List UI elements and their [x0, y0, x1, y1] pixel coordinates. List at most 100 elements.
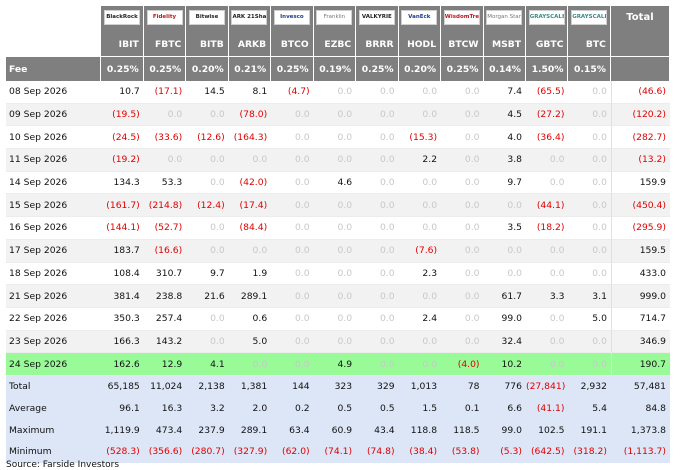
vaneck-logo-icon: VanEck — [401, 10, 438, 25]
day-row: 09 Sep 2026 (19.5) 0.0 0.0 (78.0) 0.0 0.0 0.0 0.… — [6, 103, 670, 127]
flow-cell: 0.0 — [441, 126, 484, 150]
ticker-header: GBTC — [525, 32, 569, 56]
flow-cell: 0.0 — [356, 194, 399, 218]
flow-cell: (33.6) — [143, 126, 187, 150]
flow-cell: 0.0 — [441, 194, 484, 218]
ticker-header: IBIT — [101, 32, 144, 56]
fee-cell: 0.15% — [568, 56, 611, 81]
flow-cell: 0.0 — [186, 239, 229, 263]
summary-cell: 1,119.9 — [101, 419, 144, 441]
flow-cell: (164.3) — [228, 126, 272, 150]
summary-label: Maximum — [6, 419, 102, 441]
summary-cell: 191.1 — [568, 419, 611, 441]
summary-total-cell: (1,113.7) — [610, 441, 670, 463]
flow-cell: 310.7 — [143, 263, 187, 286]
flow-cell: 0.6 — [228, 308, 272, 331]
flow-cell: 0.0 — [313, 126, 357, 150]
fee-cell: 0.20% — [186, 56, 229, 81]
date-cell: 23 Sep 2026 — [6, 330, 102, 354]
flow-cell: 0.0 — [525, 330, 569, 354]
date-cell: 14 Sep 2026 — [6, 172, 102, 195]
flow-cell: (12.4) — [186, 194, 229, 218]
flow-cell: 2.3 — [398, 263, 442, 286]
source-note: Source: Farside Investors — [6, 460, 120, 470]
flow-cell: 0.0 — [186, 308, 229, 331]
corner-cell — [6, 32, 102, 56]
summary-cell: 2,138 — [186, 375, 229, 398]
summary-cell: 118.8 — [398, 419, 442, 441]
summary-cell: 60.9 — [313, 419, 357, 441]
date-cell: 16 Sep 2026 — [6, 217, 102, 240]
flow-cell: 0.0 — [271, 330, 314, 354]
flow-cell: 61.7 — [483, 285, 526, 308]
ticker-header: BTCW — [441, 32, 484, 56]
flow-cell: 0.0 — [398, 172, 442, 195]
flow-cell: 0.0 — [313, 263, 357, 286]
summary-cell: 1,381 — [228, 375, 272, 398]
flow-cell: 0.0 — [441, 285, 484, 308]
flow-cell: 0.0 — [186, 330, 229, 354]
ticker-row: IBIT FBTC BITB ARKB BTCO EZBC BRRR HODL BTCW MSBT… — [6, 32, 670, 56]
flow-cell: 0.0 — [186, 172, 229, 195]
fee-row: Fee 0.25% 0.25% 0.20% 0.21% 0.25% 0.19% 0.25% 0… — [6, 56, 670, 81]
flow-cell: 0.0 — [441, 149, 484, 172]
flow-cell: 0.0 — [398, 285, 442, 308]
highlighted-day-row: 24 Sep 2026 162.6 12.9 4.1 0.0 0.0 4.9 0.0 0.0 (4… — [6, 353, 670, 376]
flow-cell: 0.0 — [441, 239, 484, 263]
date-cell: 09 Sep 2026 — [6, 103, 102, 127]
summary-cell: 96.1 — [101, 397, 144, 420]
flow-cell: 0.0 — [186, 103, 229, 127]
summary-cell: 0.5 — [313, 397, 357, 420]
flow-cell: 134.3 — [101, 172, 144, 195]
flow-cell: 5.0 — [568, 308, 611, 331]
flow-cell: 0.0 — [568, 172, 611, 195]
issuer-logo-cell: BlackRock — [101, 6, 144, 32]
flow-cell: 0.0 — [398, 81, 442, 104]
flow-cell: 8.1 — [228, 81, 272, 104]
flow-cell: 3.3 — [525, 285, 569, 308]
day-row: 11 Sep 2026 (19.2) 0.0 0.0 0.0 0.0 0.0 0.0 2.2 0.… — [6, 149, 670, 172]
ticker-header: HODL — [398, 32, 442, 56]
row-total-cell: (46.6) — [610, 81, 670, 104]
flow-cell: 0.0 — [271, 285, 314, 308]
summary-cell: 6.6 — [483, 397, 526, 420]
fee-cell: 0.25% — [101, 56, 144, 81]
flow-cell: 183.7 — [101, 239, 144, 263]
summary-cell: 118.5 — [441, 419, 484, 441]
flow-cell: 0.0 — [143, 149, 187, 172]
flow-cell: (7.6) — [398, 239, 442, 263]
flow-cell: 0.0 — [313, 194, 357, 218]
flow-cell: 0.0 — [271, 149, 314, 172]
blackrock-logo-icon: BlackRock — [104, 10, 141, 25]
flow-cell: 0.0 — [568, 194, 611, 218]
summary-cell: 329 — [356, 375, 399, 398]
flow-cell: 10.2 — [483, 353, 526, 376]
etf-flow-table: BlackRock Fidelity Bitwise ARK 21Shares Inve… — [6, 6, 670, 463]
ticker-header: FBTC — [143, 32, 187, 56]
flow-cell: (27.2) — [525, 103, 569, 127]
summary-row: Average 96.1 16.3 3.2 2.0 0.2 0.5 0.5 1.5 0.1 6.6(… — [6, 397, 670, 420]
summary-cell: 237.9 — [186, 419, 229, 441]
flow-cell: 3.1 — [568, 285, 611, 308]
ticker-header: BITB — [186, 32, 229, 56]
table-header: BlackRock Fidelity Bitwise ARK 21Shares Inve… — [6, 6, 670, 81]
day-row: 23 Sep 2026 166.3 143.2 0.0 5.0 0.0 0.0 0.0 0.0 0… — [6, 330, 670, 354]
summary-cell: 43.4 — [356, 419, 399, 441]
flow-cell: (15.3) — [398, 126, 442, 150]
flow-cell: (4.0) — [441, 353, 484, 376]
date-cell: 18 Sep 2026 — [6, 263, 102, 286]
ticker-header: ARKB — [228, 32, 272, 56]
flow-cell: 0.0 — [356, 353, 399, 376]
summary-cell: 0.1 — [441, 397, 484, 420]
summary-cell: 11,024 — [143, 375, 187, 398]
flow-cell: 0.0 — [228, 353, 272, 376]
date-cell: 08 Sep 2026 — [6, 81, 102, 104]
flow-cell: 0.0 — [441, 172, 484, 195]
row-total-cell: (120.2) — [610, 103, 670, 127]
day-row: 15 Sep 2026 (161.7) (214.8) (12.4) (17.4) 0.0… — [6, 194, 670, 218]
flow-cell: 0.0 — [568, 263, 611, 286]
day-row: 18 Sep 2026 108.4 310.7 9.7 1.9 0.0 0.0 0.0 2.3 0… — [6, 262, 670, 286]
row-total-cell: 190.7 — [610, 353, 670, 376]
day-row: 22 Sep 2026 350.3 257.4 0.0 0.6 0.0 0.0 0.0 2.4 0… — [6, 307, 670, 331]
date-cell: 15 Sep 2026 — [6, 194, 102, 218]
